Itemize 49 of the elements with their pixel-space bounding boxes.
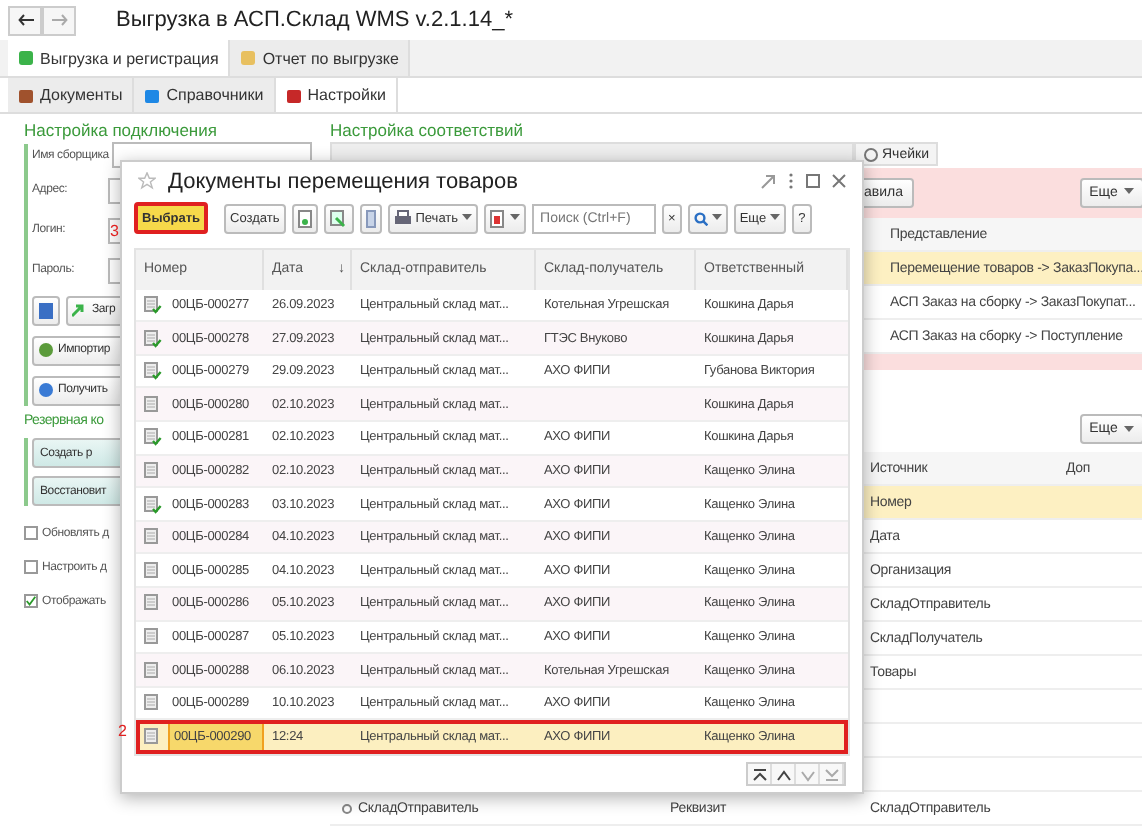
list-button[interactable]: [359, 203, 382, 234]
close-icon[interactable]: [832, 174, 846, 189]
icon-button[interactable]: [32, 295, 60, 325]
tab-icon: [144, 87, 161, 103]
post-button[interactable]: [323, 203, 354, 234]
nav-button[interactable]: [748, 764, 772, 784]
maximize-icon[interactable]: [806, 174, 820, 189]
annotation-number: 2: [118, 722, 127, 740]
section-heading: Настройка соответствий: [330, 120, 526, 140]
tab[interactable]: Выгрузка и регистрация: [8, 40, 231, 76]
checkbox[interactable]: [24, 560, 38, 574]
link-icon[interactable]: [760, 173, 776, 190]
printer-icon: [393, 210, 412, 227]
star-icon: [138, 172, 156, 191]
back-arrow-icon: [17, 14, 33, 26]
tab[interactable]: Отчет по выгрузке: [230, 40, 411, 76]
caret-icon: [770, 214, 781, 223]
caret-icon: [462, 214, 473, 223]
caret-icon: [510, 214, 521, 223]
tab-icon: [285, 87, 302, 103]
window-title: Выгрузка в АСП.Склад WMS v.2.1.14_*: [116, 8, 513, 32]
table-cell: [1060, 486, 1142, 520]
report-button[interactable]: [484, 203, 527, 234]
caret-icon: [711, 214, 722, 223]
more-options-icon[interactable]: [788, 172, 794, 191]
dialog-title: Документы перемещения товаров: [168, 169, 520, 194]
section-heading: Настройка подключения: [24, 120, 219, 142]
document-icon: [297, 209, 312, 228]
checkbox[interactable]: [24, 526, 38, 540]
caret-icon: [1123, 188, 1134, 196]
tab-icon: [18, 87, 34, 103]
circle-icon: [342, 803, 352, 813]
tab[interactable]: Настройки: [275, 78, 398, 112]
checkbox[interactable]: [24, 594, 38, 608]
down-arrow-icon: [823, 767, 839, 781]
annotation-number: 3: [110, 222, 119, 240]
search-button[interactable]: [687, 203, 728, 234]
up-arrow-icon: [751, 767, 767, 781]
back-button[interactable]: [8, 5, 42, 35]
caret-icon: [1123, 425, 1134, 433]
copy-button[interactable]: [291, 203, 318, 234]
forward-arrow-icon: [51, 14, 67, 26]
search-icon: [693, 211, 708, 226]
nav-button[interactable]: [772, 764, 796, 784]
check-icon: [26, 594, 36, 608]
list-icon: [365, 209, 376, 228]
tab[interactable]: Документы: [8, 78, 135, 112]
tab[interactable]: Справочники: [134, 78, 276, 112]
arrow-icon: [72, 303, 88, 317]
